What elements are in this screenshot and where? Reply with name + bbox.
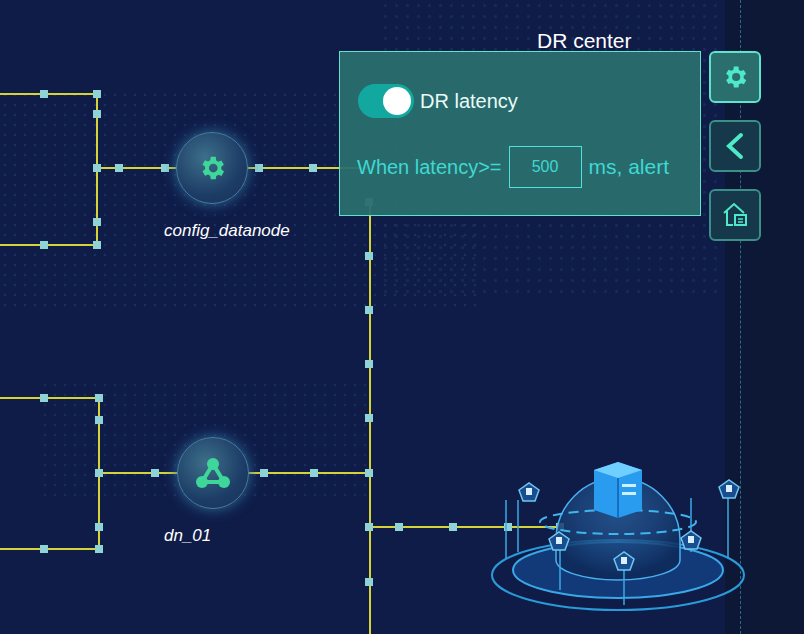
node[interactable]	[176, 132, 248, 204]
home-list-icon	[720, 200, 750, 230]
dr-center-icon	[488, 440, 750, 620]
center-title: DR center	[537, 30, 632, 52]
chevron-left-icon	[723, 131, 747, 161]
gear-icon	[721, 63, 749, 91]
gear-icon	[197, 153, 227, 183]
latency-toggle[interactable]	[358, 84, 414, 118]
toggle-label: DR latency	[420, 86, 518, 116]
collapse-button[interactable]	[709, 120, 761, 172]
toolbar	[709, 51, 761, 241]
node[interactable]	[177, 437, 249, 509]
home-list-button[interactable]	[709, 189, 761, 241]
threshold-suffix: ms, alert	[589, 151, 670, 183]
threshold-input[interactable]	[509, 146, 582, 188]
canvas: config_datanode dn_01 DR center DR latency W…	[0, 0, 804, 634]
latency-panel: DR latency When latency>= ms, alert	[339, 51, 701, 216]
threshold-prefix: When latency>=	[357, 152, 502, 182]
node-label: dn_01	[164, 526, 211, 546]
settings-button[interactable]	[709, 51, 761, 103]
toggle-knob	[383, 87, 411, 115]
datanode-icon	[194, 456, 232, 490]
node-label: config_datanode	[164, 221, 290, 241]
